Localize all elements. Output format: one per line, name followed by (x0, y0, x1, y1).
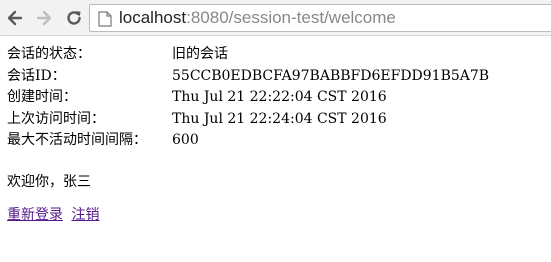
row-value: 600 (172, 132, 199, 148)
session-info: 会话的状态： 旧的会话 会话ID： 55CCB0EDBCFA97BABBFD6EFD… (7, 44, 489, 152)
url-text: localhost:8080/session-test/welcome (119, 8, 396, 28)
welcome-message: 欢迎你，张三 (7, 174, 91, 190)
relogin-link[interactable]: 重新登录 (7, 207, 63, 223)
url-path: :8080/session-test/welcome (186, 8, 396, 27)
row-value: Thu Jul 21 22:22:04 CST 2016 (172, 89, 387, 105)
page-icon (98, 11, 112, 27)
session-id-row: 会话ID： 55CCB0EDBCFA97BABBFD6EFDD91B5A7B (7, 66, 489, 88)
url-host: localhost (119, 8, 187, 27)
address-bar[interactable]: localhost:8080/session-test/welcome (89, 4, 551, 32)
row-value: Thu Jul 21 22:24:04 CST 2016 (172, 110, 387, 127)
row-value: 旧的会话 (172, 46, 228, 62)
creation-time-row: 创建时间： Thu Jul 21 22:22:04 CST 2016 (7, 87, 489, 109)
row-label: 会话ID： (7, 67, 66, 84)
max-inactive-interval-row: 最大不活动时间间隔： 600 (7, 130, 489, 152)
session-status-row: 会话的状态： 旧的会话 (7, 44, 489, 66)
back-button[interactable] (3, 6, 27, 30)
arrow-right-icon (36, 10, 52, 26)
row-value: 55CCB0EDBCFA97BABBFD6EFDD91B5A7B (172, 67, 490, 84)
browser-toolbar: localhost:8080/session-test/welcome (0, 0, 551, 36)
row-label: 最大不活动时间间隔： (7, 132, 147, 148)
row-label: 上次访问时间： (7, 110, 105, 127)
logout-link[interactable]: 注销 (71, 207, 99, 223)
action-links: 重新登录 注销 (7, 205, 103, 225)
arrow-left-icon (7, 10, 23, 26)
row-label: 创建时间： (7, 89, 77, 105)
reload-icon (67, 11, 81, 25)
reload-button[interactable] (62, 6, 86, 30)
row-label: 会话的状态： (7, 46, 91, 62)
last-access-time-row: 上次访问时间： Thu Jul 21 22:24:04 CST 2016 (7, 109, 489, 131)
forward-button[interactable] (32, 6, 56, 30)
